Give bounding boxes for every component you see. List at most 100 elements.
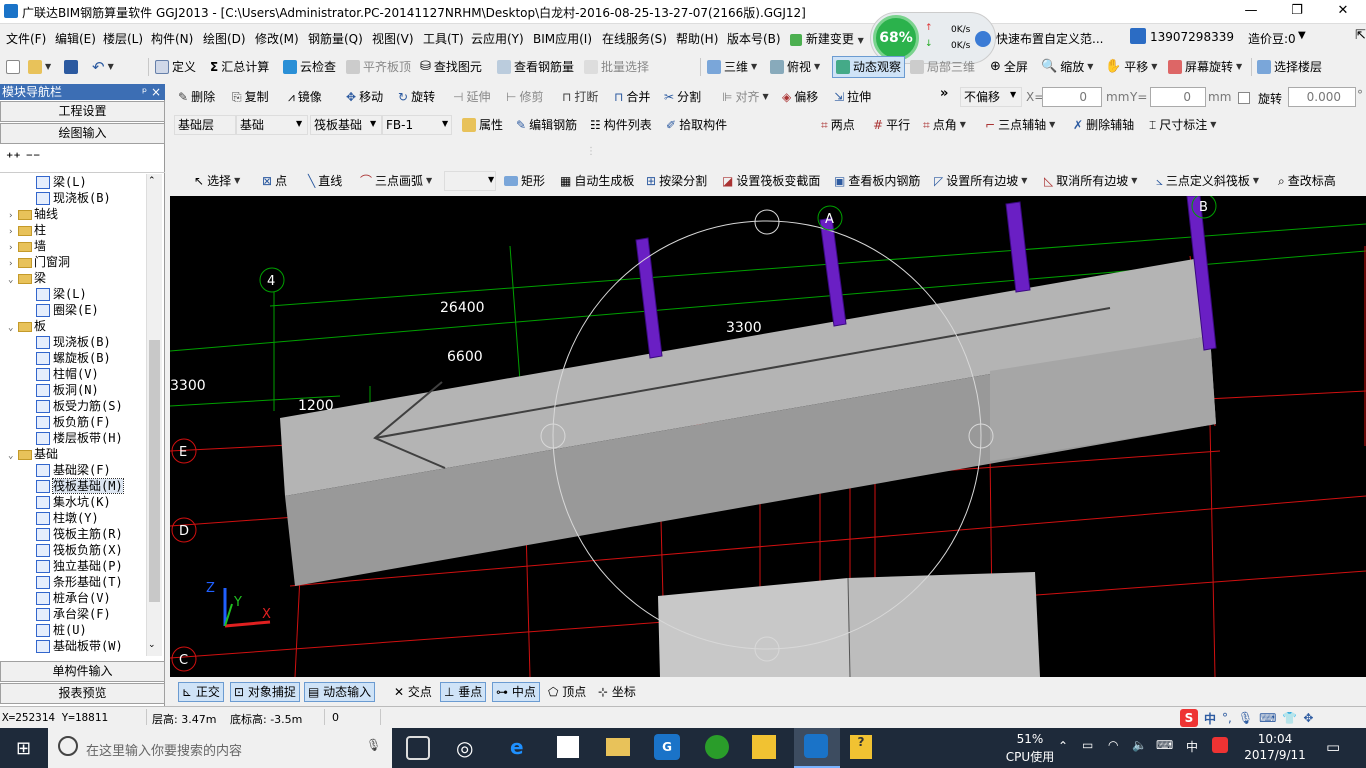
- tree-item[interactable]: 独立基础(P): [36, 558, 123, 574]
- tree-item[interactable]: 集水坑(K): [36, 494, 111, 510]
- tree-folder[interactable]: ⌄ 板: [8, 318, 46, 334]
- tree-item[interactable]: 现浇板(B): [36, 190, 111, 206]
- project-settings-button[interactable]: 工程设置: [0, 101, 165, 122]
- trim-button[interactable]: ⊢ 修剪: [506, 86, 543, 108]
- level-slab-top-button[interactable]: 平齐板顶: [346, 56, 411, 78]
- view-rebar-qty-button[interactable]: 查看钢筋量: [497, 56, 574, 78]
- restore-icon[interactable]: ⇱: [1355, 28, 1366, 43]
- tree-folder[interactable]: › 柱: [8, 222, 46, 238]
- help-app-icon[interactable]: ?: [850, 735, 872, 759]
- rotate-checkbox[interactable]: [1238, 92, 1250, 104]
- menu-cloud[interactable]: 云应用(Y): [471, 30, 524, 47]
- draw-mode-caret-icon[interactable]: ▼: [488, 175, 494, 184]
- orbit-handle-top[interactable]: [754, 209, 780, 235]
- save-button[interactable]: [64, 56, 78, 78]
- toolbar-overflow-icon[interactable]: »: [940, 86, 948, 101]
- edit-elevation-button[interactable]: ⌕ 查改标高: [1278, 170, 1336, 192]
- lower-slab-block-2[interactable]: [848, 572, 1040, 677]
- rotate-angle-input[interactable]: 0.000: [1288, 87, 1356, 107]
- intersection-snap[interactable]: ✕ 交点: [390, 682, 436, 702]
- midpoint-snap[interactable]: ⊶ 中点: [492, 682, 540, 702]
- close-button[interactable]: ✕: [1320, 0, 1366, 24]
- merge-button[interactable]: ⊓ 合并: [614, 86, 650, 108]
- line-tool-button[interactable]: ╲ 直线: [308, 170, 342, 192]
- new-file-button[interactable]: [6, 56, 20, 78]
- tree-item[interactable]: 板负筋(F): [36, 414, 111, 430]
- floor-select[interactable]: 基础层: [174, 115, 236, 135]
- tree-item[interactable]: 梁(L): [36, 286, 87, 302]
- sogou-icon[interactable]: S: [1180, 709, 1198, 727]
- menu-component[interactable]: 构件(N): [151, 30, 193, 47]
- tree-folder[interactable]: › 墙: [8, 238, 46, 254]
- tree-item[interactable]: 柱墩(Y): [36, 510, 99, 526]
- tray-network-icon[interactable]: ▭: [1082, 738, 1093, 752]
- tree-folder[interactable]: › 轴线: [8, 206, 58, 222]
- stretch-button[interactable]: ⇲ 拉伸: [834, 86, 871, 108]
- notes-app-icon[interactable]: [752, 735, 776, 759]
- explorer-icon[interactable]: [606, 738, 630, 756]
- expand-toggle-icon[interactable]: ⌄: [8, 272, 18, 288]
- offset-button[interactable]: ◈ 偏移: [782, 86, 818, 108]
- menu-bim[interactable]: BIM应用(I): [533, 30, 592, 47]
- point-tool-button[interactable]: ⊠ 点: [262, 170, 287, 192]
- menu-online[interactable]: 在线服务(S): [602, 30, 667, 47]
- coordinate-snap[interactable]: ⊹ 坐标: [594, 682, 640, 702]
- store-icon[interactable]: [557, 736, 579, 758]
- scroll-down-icon[interactable]: ⌄: [148, 640, 156, 650]
- batch-select-button[interactable]: 批量选择: [584, 56, 649, 78]
- pick-component-button[interactable]: ✐ 拾取构件: [666, 114, 727, 136]
- member-type-caret-icon[interactable]: ▼: [370, 119, 376, 128]
- pin-close-icon[interactable]: ᵖ ×: [142, 84, 161, 100]
- undo-button[interactable]: ↶ ▼: [92, 56, 114, 78]
- price-caret-icon[interactable]: ▼: [1298, 30, 1306, 41]
- select-tool-button[interactable]: ↖ 选择 ▼: [194, 170, 240, 192]
- split-button[interactable]: ✂ 分割: [664, 86, 701, 108]
- vertex-snap[interactable]: ⬠ 顶点: [544, 682, 590, 702]
- set-all-slopes-button[interactable]: ◸ 设置所有边坡 ▼: [934, 170, 1027, 192]
- scroll-thumb[interactable]: [149, 340, 160, 602]
- windows-start-icon[interactable]: ⊞: [16, 738, 31, 759]
- tree-item[interactable]: 板洞(N): [36, 382, 99, 398]
- dynamic-orbit-button[interactable]: 动态观察: [832, 56, 906, 78]
- keyboard-tray-icon[interactable]: ⌨: [1156, 738, 1173, 752]
- member-name-caret-icon[interactable]: ▼: [442, 119, 448, 128]
- user-phone[interactable]: 13907298339: [1150, 30, 1234, 44]
- 3d-view-button[interactable]: 三维 ▼: [707, 56, 757, 78]
- tree-item[interactable]: 基础梁(F): [36, 462, 111, 478]
- keyboard-icon[interactable]: ⌨: [1259, 711, 1276, 725]
- edit-rebar-button[interactable]: ✎ 编辑钢筋: [516, 114, 577, 136]
- cancel-all-slopes-button[interactable]: ◺ 取消所有边坡 ▼: [1044, 170, 1137, 192]
- expand-all-icon[interactable]: ⁺⁺ ⁻⁻: [6, 150, 40, 166]
- mic-search-icon[interactable]: 🎙: [366, 738, 381, 752]
- extend-button[interactable]: ⊣ 延伸: [453, 86, 490, 108]
- tree-item[interactable]: 板受力筋(S): [36, 398, 123, 414]
- tree-item[interactable]: 梁(L): [36, 174, 87, 190]
- view-slab-rebar-button[interactable]: ▣ 查看板内钢筋: [834, 170, 920, 192]
- delete-axis-button[interactable]: ✗ 删除辅轴: [1073, 114, 1134, 136]
- price-beans[interactable]: 造价豆:0: [1248, 30, 1296, 47]
- skin-icon[interactable]: 👕: [1282, 711, 1297, 725]
- expand-toggle-icon[interactable]: ⌄: [8, 320, 18, 336]
- report-preview-button[interactable]: 报表预览: [0, 683, 165, 704]
- new-change-button[interactable]: 新建变更 ▼: [790, 30, 864, 47]
- open-file-button[interactable]: ▼: [28, 56, 51, 78]
- edge-icon[interactable]: e: [510, 735, 524, 759]
- tree-folder[interactable]: ⌄ 梁: [8, 270, 46, 286]
- two-point-axis-button[interactable]: ⌗ 两点: [821, 114, 855, 136]
- drawing-input-button[interactable]: 绘图输入: [0, 123, 165, 144]
- arc-tool-button[interactable]: ⌒ 三点画弧 ▼: [360, 170, 432, 192]
- menu-version[interactable]: 版本号(B): [727, 30, 781, 47]
- align-button[interactable]: ⊫ 对齐 ▼: [722, 86, 769, 108]
- tree-item[interactable]: 圈梁(E): [36, 302, 99, 318]
- zoom-button[interactable]: 🔍 缩放 ▼: [1041, 56, 1093, 78]
- ime-tray-label[interactable]: 中: [1186, 738, 1198, 755]
- canvas-svg[interactable]: 4 E D C A B 26400 6600 1200 3300 3300 Z …: [170, 196, 1366, 677]
- tree-item[interactable]: 基础板带(W): [36, 638, 123, 654]
- menu-view[interactable]: 视图(V): [372, 30, 414, 47]
- top-view-button[interactable]: 俯视 ▼: [770, 56, 820, 78]
- menu-help[interactable]: 帮助(H): [676, 30, 718, 47]
- three-point-axis-button[interactable]: ⌐ 三点辅轴 ▼: [985, 114, 1055, 136]
- tree-item[interactable]: 筏板基础(M): [36, 478, 124, 494]
- parallel-axis-button[interactable]: # 平行: [873, 114, 910, 136]
- three-point-sloped-raft-button[interactable]: ⦣ 三点定义斜筏板 ▼: [1156, 170, 1259, 192]
